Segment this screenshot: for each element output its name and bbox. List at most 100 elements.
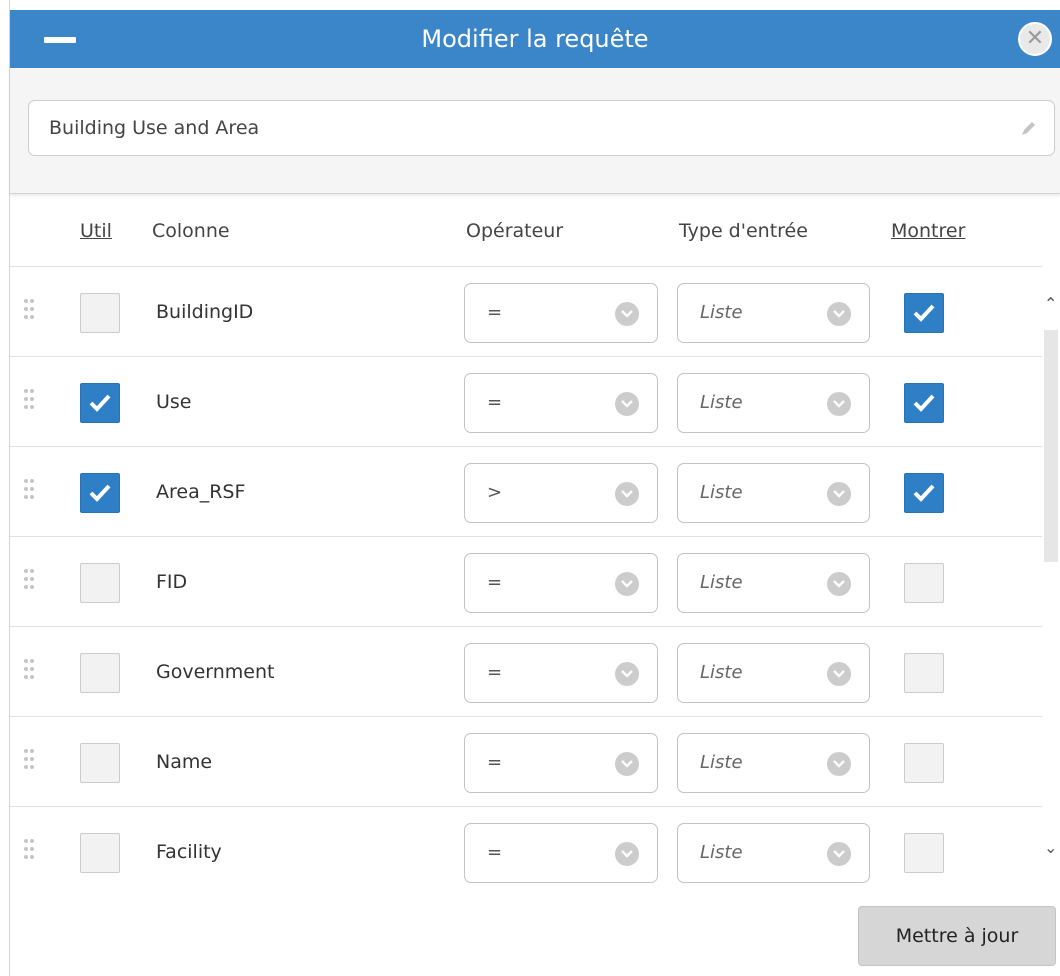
dialog-titlebar: Modifier la requête ✕ xyxy=(10,10,1060,68)
drag-dot xyxy=(30,659,34,663)
chevron-down-icon xyxy=(615,752,639,776)
use-checkbox[interactable] xyxy=(80,833,120,873)
operator-value: = xyxy=(487,572,503,593)
operator-select[interactable]: = xyxy=(464,373,658,433)
operator-select[interactable]: = xyxy=(464,283,658,343)
input-type-select[interactable]: Liste xyxy=(677,733,870,793)
header-show-link[interactable]: Montrer xyxy=(891,220,965,242)
operator-value: = xyxy=(487,302,503,323)
drag-dot xyxy=(24,757,28,761)
drag-handle-icon[interactable] xyxy=(24,839,40,865)
drag-handle-icon[interactable] xyxy=(24,389,40,415)
operator-select[interactable]: = xyxy=(464,553,658,613)
use-checkbox[interactable] xyxy=(80,743,120,783)
check-icon xyxy=(913,394,935,412)
use-checkbox[interactable] xyxy=(80,563,120,603)
operator-select[interactable]: = xyxy=(464,643,658,703)
drag-dot xyxy=(30,389,34,393)
left-edge xyxy=(0,0,10,976)
drag-dot xyxy=(24,675,28,679)
close-button[interactable]: ✕ xyxy=(1018,22,1052,56)
drag-handle-icon[interactable] xyxy=(24,569,40,595)
query-name-value: Building Use and Area xyxy=(49,117,260,139)
scrollbar[interactable]: ⌃ ⌄ xyxy=(1042,290,1060,882)
show-checkbox[interactable] xyxy=(904,653,944,693)
drag-dot xyxy=(30,479,34,483)
chevron-down-icon xyxy=(615,302,639,326)
check-icon xyxy=(913,484,935,502)
field-row: BuildingID = Liste xyxy=(10,266,1042,356)
operator-value: = xyxy=(487,842,503,863)
drag-dot xyxy=(30,397,34,401)
close-icon: ✕ xyxy=(1025,26,1045,51)
operator-select[interactable]: = xyxy=(464,733,658,793)
query-name-input[interactable]: Building Use and Area xyxy=(28,100,1055,156)
field-row: Name = Liste xyxy=(10,716,1042,806)
update-button[interactable]: Mettre à jour xyxy=(858,906,1056,966)
chevron-down-icon xyxy=(827,482,851,506)
input-type-select[interactable]: Liste xyxy=(677,463,870,523)
show-checkbox[interactable] xyxy=(904,473,944,513)
drag-handle-icon[interactable] xyxy=(24,479,40,505)
input-type-select[interactable]: Liste xyxy=(677,823,870,883)
chevron-down-icon xyxy=(615,842,639,866)
drag-dot xyxy=(30,765,34,769)
check-icon xyxy=(89,484,111,502)
drag-dot xyxy=(30,405,34,409)
drag-dot xyxy=(24,667,28,671)
drag-dot xyxy=(30,307,34,311)
chevron-down-icon xyxy=(827,572,851,596)
chevron-down-icon xyxy=(827,752,851,776)
drag-handle-icon[interactable] xyxy=(24,299,40,325)
operator-select[interactable]: > xyxy=(464,463,658,523)
drag-dot xyxy=(30,299,34,303)
input-type-select[interactable]: Liste xyxy=(677,373,870,433)
show-checkbox[interactable] xyxy=(904,563,944,603)
drag-dot xyxy=(24,847,28,851)
show-checkbox[interactable] xyxy=(904,743,944,783)
use-checkbox[interactable] xyxy=(80,653,120,693)
input-type-value: Liste xyxy=(700,392,743,413)
dialog-title: Modifier la requête xyxy=(421,25,649,53)
drag-handle-icon[interactable] xyxy=(24,659,40,685)
drag-dot xyxy=(24,487,28,491)
field-row: FID = Liste xyxy=(10,536,1042,626)
input-type-select[interactable]: Liste xyxy=(677,283,870,343)
column-name: Facility xyxy=(156,841,222,863)
operator-select[interactable]: = xyxy=(464,823,658,883)
input-type-value: Liste xyxy=(700,302,743,323)
drag-dot xyxy=(30,585,34,589)
header-column: Colonne xyxy=(152,220,230,242)
query-name-area: Building Use and Area xyxy=(10,68,1060,194)
input-type-select[interactable]: Liste xyxy=(677,643,870,703)
pencil-icon[interactable] xyxy=(1020,121,1036,137)
use-checkbox[interactable] xyxy=(80,293,120,333)
scroll-up-icon[interactable]: ⌃ xyxy=(1044,294,1057,313)
drag-dot xyxy=(24,577,28,581)
show-checkbox[interactable] xyxy=(904,833,944,873)
header-use-link[interactable]: Util xyxy=(80,220,112,242)
drag-dot xyxy=(24,495,28,499)
scroll-down-icon[interactable]: ⌄ xyxy=(1044,838,1057,857)
input-type-value: Liste xyxy=(700,842,743,863)
scrollbar-thumb[interactable] xyxy=(1044,330,1058,562)
drag-handle-icon[interactable] xyxy=(24,749,40,775)
drag-dot xyxy=(30,315,34,319)
column-name: Government xyxy=(156,661,275,683)
header-input-type: Type d'entrée xyxy=(679,220,808,242)
operator-value: = xyxy=(487,662,503,683)
input-type-value: Liste xyxy=(700,662,743,683)
drag-dot xyxy=(24,405,28,409)
operator-value: = xyxy=(487,392,503,413)
column-name: Name xyxy=(156,751,213,773)
input-type-select[interactable]: Liste xyxy=(677,553,870,613)
drag-dot xyxy=(24,389,28,393)
field-row: Facility = Liste xyxy=(10,806,1042,888)
use-checkbox[interactable] xyxy=(80,473,120,513)
use-checkbox[interactable] xyxy=(80,383,120,423)
input-type-value: Liste xyxy=(700,482,743,503)
column-name: Area_RSF xyxy=(156,481,246,503)
show-checkbox[interactable] xyxy=(904,383,944,423)
drag-dot xyxy=(24,585,28,589)
show-checkbox[interactable] xyxy=(904,293,944,333)
